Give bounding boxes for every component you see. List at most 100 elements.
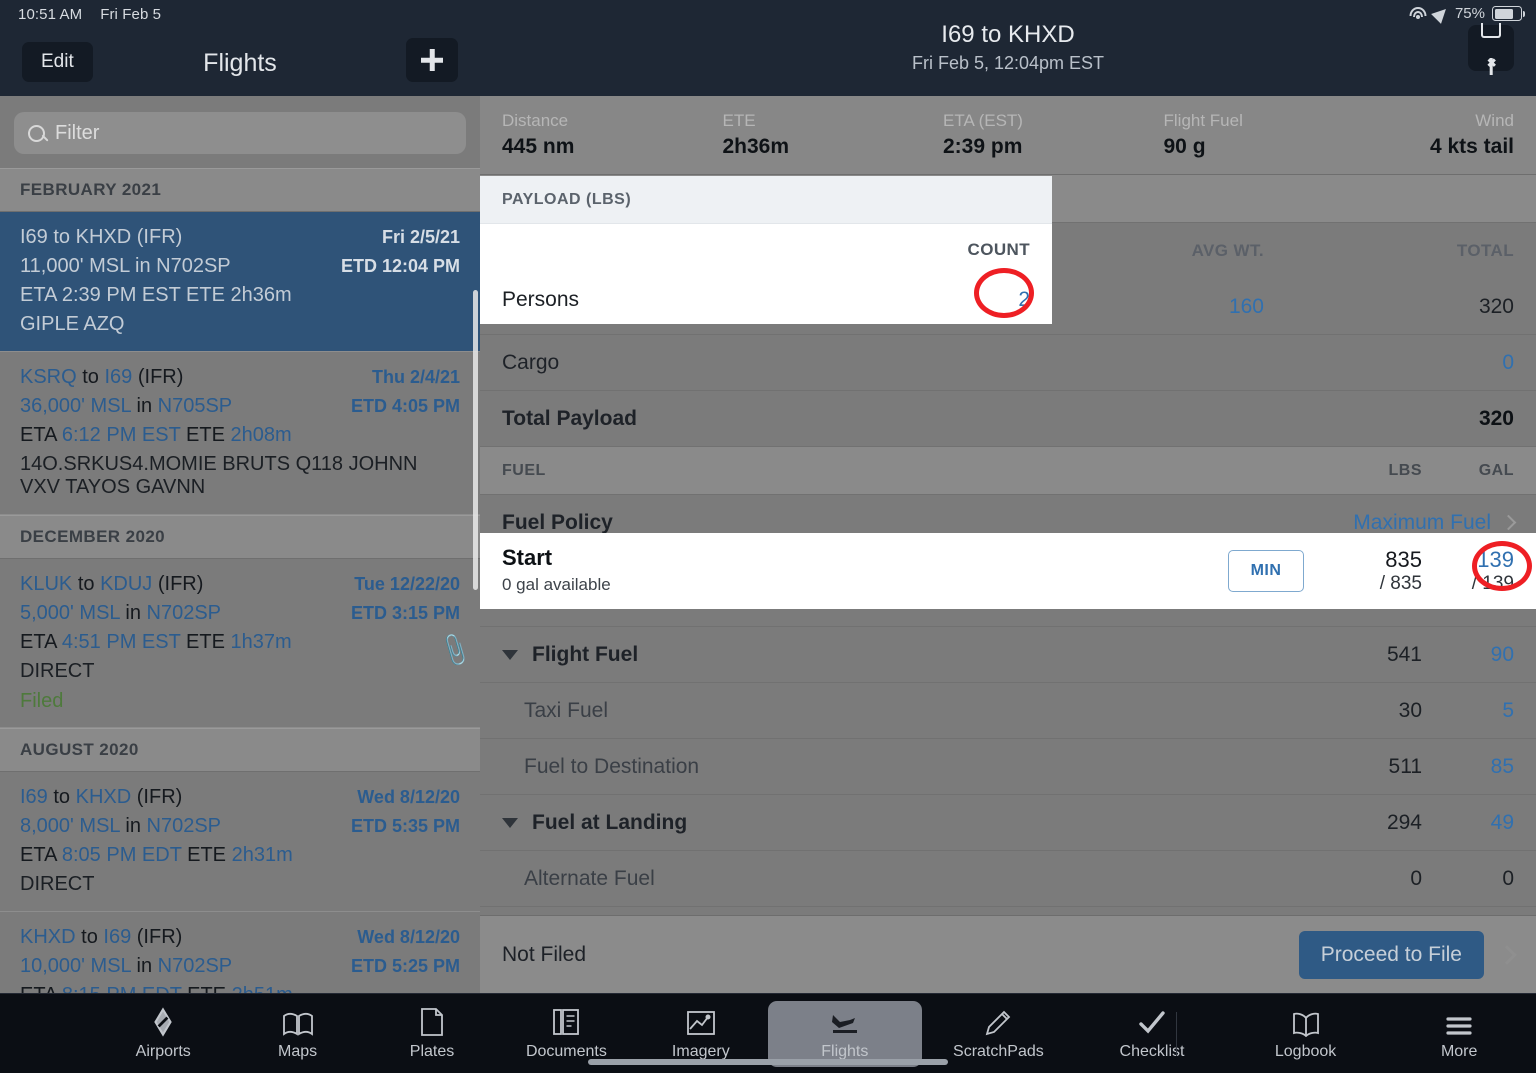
flight-eta: 8:05 PM EDT [61,844,182,867]
flight-list-item[interactable]: I69 to KHXD (IFR) Wed 8/12/20 8,000' MSL i… [0,772,480,912]
flight-to-word: to [53,786,71,809]
flight-rules: (IFR) [136,226,183,248]
flight-eta-label: ETA [20,630,57,653]
add-flight-button[interactable] [406,38,458,82]
summary-value: 2:39 pm [943,134,1023,158]
fuel-col-gal: GAL [1478,461,1514,479]
tab-label: Logbook [1274,1042,1337,1060]
tab-logbook[interactable]: Logbook [1229,1001,1383,1067]
flight-section-header: DECEMBER 2020 [0,514,480,559]
start-fuel-lbs-max: / 835 [1379,572,1422,594]
payload-persons-count[interactable]: 2 [780,288,1030,312]
filter-field[interactable] [14,112,466,154]
payload-persons-label: Persons [502,288,580,311]
summary-label: ETE [722,110,756,130]
filter-input[interactable] [55,121,452,145]
detail-navbar: I69 to KHXD Fri Feb 5, 12:04pm EST [480,0,1536,96]
row-label: Cargo [502,350,560,374]
edit-button[interactable]: Edit [22,42,93,82]
row-gal[interactable]: 85 [1422,755,1514,779]
fuel-row-alternate-fuel[interactable]: Alternate Fuel 0 0 [480,851,1536,907]
flight-date: Wed 8/12/20 [357,787,460,808]
row-gal[interactable]: 5 [1422,699,1514,723]
payload-row-cargo[interactable]: Cargo 0 [480,335,1536,391]
flight-eta-label: ETA [20,844,57,867]
flight-ete: 2h51m [232,984,293,993]
tab-plates[interactable]: Plates [365,1001,499,1067]
flight-ete-label: ETE [186,423,225,446]
row-gal[interactable]: 49 [1422,811,1514,835]
detail-subtitle: Fri Feb 5, 12:04pm EST [911,52,1105,73]
flight-filed-status: Filed [20,690,64,713]
summary-value: 90 g [1163,134,1206,158]
summary-value: 445 nm [502,134,575,158]
row-lbs: 30 [1398,698,1422,722]
flight-list[interactable]: FEBRUARY 2021 I69 to KHXD (IFR) Fri 2/5/21… [0,168,480,993]
flight-eta: 6:12 PM EST [61,423,181,446]
detail-title-block: I69 to KHXD Fri Feb 5, 12:04pm EST [912,20,1104,77]
fuel-policy-value-group[interactable]: Maximum Fuel [1353,511,1517,535]
plane-landing-icon [829,1007,861,1037]
tab-maps[interactable]: Maps [230,1001,364,1067]
fuel-row-fuel-to-destination[interactable]: Fuel to Destination 511 85 [480,739,1536,795]
flight-section-header: AUGUST 2020 [0,728,480,773]
start-fuel-lbs-cell[interactable]: 835 / 835 [1304,547,1422,594]
row-label: Fuel at Landing [532,810,688,834]
tab-label: Maps [278,1042,318,1060]
flight-destination: KHXD [75,786,132,809]
row-label: Flight Fuel [532,642,639,666]
flight-eta-label: ETA [20,984,56,993]
tab-more[interactable]: More [1382,1001,1536,1067]
flight-tail-number: N702SP [157,954,233,977]
row-lbs: 541 [1386,642,1422,666]
row-label: Fuel to Destination [524,754,700,778]
flight-ete: 1h37m [230,630,292,653]
start-fuel-gal-cell[interactable]: 139 / 139 [1422,547,1514,594]
payload-highlight-overlay: PAYLOAD (LBS) COUNT Persons 2 [480,176,1052,324]
flight-etd: ETD 12:04 PM [340,256,460,276]
tab-flights[interactable]: Flights [768,1000,922,1067]
flight-list-item[interactable]: KSRQ to I69 (IFR) Thu 2/4/21 36,000' MSL i… [0,352,480,515]
flight-list-item[interactable]: KLUK to KDUJ (IFR) Tue 12/22/20 5,000' MSL… [0,559,480,729]
row-gal[interactable]: 0 [1422,867,1514,891]
summary-cell-eta-est: ETA (EST) 2:39 pm [943,110,1164,160]
fuel-row-taxi-fuel[interactable]: Taxi Fuel 30 5 [480,683,1536,739]
tab-documents[interactable]: Documents [499,1001,633,1067]
flight-origin: KSRQ [20,365,77,388]
summary-value: 4 kts tail [1429,134,1514,158]
sidebar-scrollbar[interactable] [473,290,478,590]
flight-altitude: 11,000' MSL [20,255,130,277]
flight-date: Thu 2/4/21 [371,366,460,387]
flight-to-word: to [81,925,98,948]
fuel-row-flight-fuel[interactable]: Flight Fuel 541 90 [480,627,1536,683]
flights-sidebar: Edit Flights FEBRUARY 2021I69 to KHXD (I… [0,0,480,993]
min-fuel-button[interactable]: MIN [1228,550,1304,592]
flight-tail-number: N705SP [157,394,233,417]
proceed-to-file-button[interactable]: Proceed to File [1298,930,1484,979]
fuel-row-fuel-at-landing[interactable]: Fuel at Landing 294 49 [480,795,1536,851]
disclosure-triangle-icon[interactable] [502,649,518,660]
flight-list-item[interactable]: KHXD to I69 (IFR) Wed 8/12/20 10,000' MSL … [0,912,480,993]
tab-airports[interactable]: Airports [96,1001,230,1067]
tab-checklist[interactable]: Checklist [1075,1001,1229,1067]
share-button[interactable] [1468,23,1514,75]
tab-imagery[interactable]: Imagery [634,1001,768,1067]
flight-section-header: FEBRUARY 2021 [0,168,480,212]
flight-to-word: to [82,365,99,388]
flight-altitude: 5,000' MSL [20,601,120,624]
summary-cell-flight-fuel: Flight Fuel 90 g [1164,110,1385,160]
payload-row-persons[interactable]: Persons 2 [480,276,1052,324]
fuel-section-header: FUEL LBS GAL [480,447,1536,495]
start-fuel-row[interactable]: Start 0 gal available MIN 835 / 835 139 … [480,533,1536,609]
flight-rules: (IFR) [137,365,184,388]
cargo-total[interactable]: 0 [1264,351,1514,375]
flight-rules: (IFR) [136,786,183,809]
flight-in-word: in [135,255,151,277]
flight-list-item[interactable]: I69 to KHXD (IFR) Fri 2/5/21 11,000' MSL i… [0,212,480,352]
row-gal[interactable]: 90 [1422,643,1514,667]
flight-altitude: 10,000' MSL [20,954,131,977]
tab-scratchpads[interactable]: ScratchPads [922,1001,1076,1067]
flight-origin: KLUK [20,572,73,595]
disclosure-triangle-icon[interactable] [502,817,518,828]
fuel-row-reserve-fuel[interactable]: Reserve Fuel16828 [480,907,1536,915]
